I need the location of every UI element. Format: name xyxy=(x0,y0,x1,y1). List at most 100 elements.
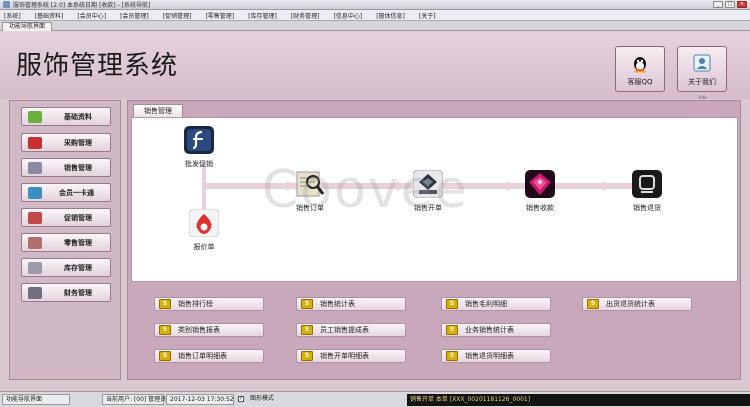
report-icon: S xyxy=(301,351,313,361)
flow-label-wholesale-promo: 批发促销 xyxy=(185,160,213,168)
report-label: 销售退货明细表 xyxy=(465,352,514,360)
flow-node-wholesale-promo[interactable]: 批发促销 xyxy=(184,126,214,169)
report-sales-bill-detail-button[interactable]: S 销售开单明细表 xyxy=(296,349,406,363)
sales-payment-icon xyxy=(525,170,555,198)
nav-inventory-button[interactable]: 库存管理 xyxy=(21,258,111,277)
nav-retail-label: 零售管理 xyxy=(64,238,92,247)
tab-function-navigation[interactable]: 功能导航界面 xyxy=(2,22,53,31)
report-icon: S xyxy=(446,325,458,335)
minimize-button[interactable]: _ xyxy=(713,1,723,8)
maximize-button[interactable]: □ xyxy=(725,1,735,8)
report-icon: S xyxy=(301,325,313,335)
nav-finance-button[interactable]: 财务管理 xyxy=(21,283,111,302)
about-us-label: 关于我们 xyxy=(688,78,716,86)
graphic-mode-checkbox[interactable]: ✓ xyxy=(238,396,244,402)
report-shipment-return-stats-button[interactable]: S 出货退货统计表 xyxy=(582,297,692,311)
report-category-sales-button[interactable]: S 类别销售报表 xyxy=(154,323,264,337)
menu-item-member-management[interactable]: [会员管理] xyxy=(120,11,149,20)
report-gross-profit-detail-button[interactable]: S 销售毛利明细 xyxy=(441,297,551,311)
nav-promotion-button[interactable]: 促销管理 xyxy=(21,208,111,227)
app-icon xyxy=(3,1,10,8)
menu-item-retail[interactable]: [零售管理] xyxy=(205,11,234,20)
nav-basic-data-button[interactable]: 基础资料 xyxy=(21,107,111,126)
menu-item-finance[interactable]: [财务管理] xyxy=(291,11,320,20)
report-label: 业务销售统计表 xyxy=(465,326,514,334)
menu-item-promotion[interactable]: [促销管理] xyxy=(163,11,192,20)
report-sales-statistics-button[interactable]: S 销售统计表 xyxy=(296,297,406,311)
report-icon: S xyxy=(301,299,313,309)
nav-sales-label: 销售管理 xyxy=(64,163,92,172)
close-button[interactable]: × xyxy=(737,1,747,8)
menu-item-member-center[interactable]: [会员中心] xyxy=(77,11,106,20)
watermark-text: Coovee xyxy=(262,160,469,220)
menu-bar: [系统] [基础资料] [会员中心] [会员管理] [促销管理] [零售管理] … xyxy=(0,10,750,21)
nav-finance-label: 财务管理 xyxy=(64,288,92,297)
report-staff-commission-button[interactable]: S 员工销售提成表 xyxy=(296,323,406,337)
report-label: 销售统计表 xyxy=(320,300,355,308)
about-us-button[interactable]: 关于我们 xyxy=(677,46,727,92)
qq-penguin-icon xyxy=(634,57,646,73)
report-icon: S xyxy=(446,299,458,309)
flow-node-sales-return[interactable]: 销售退货 xyxy=(632,170,662,213)
retail-icon xyxy=(28,236,42,249)
menu-item-window-info[interactable]: [窗体信息] xyxy=(376,11,405,20)
quote-icon xyxy=(189,209,219,237)
report-sales-ranking-button[interactable]: S 销售排行榜 xyxy=(154,297,264,311)
report-label: 销售排行榜 xyxy=(178,300,213,308)
flow-node-quote[interactable]: 报价单 xyxy=(189,209,219,252)
menu-item-inventory[interactable]: [库存管理] xyxy=(248,11,277,20)
window-title: 服饰管理系统 [2.0] 本系统日期 [收款] - [系统导航] xyxy=(13,2,151,9)
menu-item-basic-data[interactable]: [基础资料] xyxy=(35,11,64,20)
wholesale-promo-icon xyxy=(184,126,214,154)
flow-label-sales-return: 销售退货 xyxy=(633,204,661,212)
report-icon: S xyxy=(587,299,599,309)
status-current-user: 当前用户: [00] 管理员 xyxy=(102,394,166,405)
nav-inventory-label: 库存管理 xyxy=(64,263,92,272)
flow-arrow-to-payment xyxy=(507,181,515,191)
menu-item-system[interactable]: [系统] xyxy=(4,11,21,20)
nav-sales-button[interactable]: 销售管理 xyxy=(21,158,111,177)
menu-item-about[interactable]: [关于] xyxy=(419,11,436,20)
warehouse-icon xyxy=(28,261,42,274)
report-label: 销售订单明细表 xyxy=(178,352,227,360)
nav-member-card-button[interactable]: 会员一卡通 xyxy=(21,183,111,202)
flow-label-sales-payment: 销售收款 xyxy=(526,204,554,212)
flow-label-quote: 报价单 xyxy=(193,243,215,251)
nav-purchase-label: 采购管理 xyxy=(64,138,92,147)
nav-member-card-label: 会员一卡通 xyxy=(59,188,94,197)
window-titlebar: 服饰管理系统 [2.0] 本系统日期 [收款] - [系统导航] _ □ × xyxy=(0,0,750,10)
finance-icon xyxy=(28,286,42,299)
status-nav-label: 功能导航界面 xyxy=(2,394,70,405)
report-sales-order-detail-button[interactable]: S 销售订单明细表 xyxy=(154,349,264,363)
window-controls: _ □ × xyxy=(713,1,747,8)
status-ticker: 销售开单 本单 [XXX_00201181126_0001] xyxy=(407,394,750,406)
tab-sales-management[interactable]: 销售管理 xyxy=(133,104,183,117)
member-card-icon xyxy=(28,186,42,199)
report-label: 员工销售提成表 xyxy=(320,326,369,334)
about-contact-icon xyxy=(693,54,711,72)
report-icon: S xyxy=(159,299,171,309)
report-icon: S xyxy=(446,351,458,361)
nav-retail-button[interactable]: 零售管理 xyxy=(21,233,111,252)
page-title: 服饰管理系统 xyxy=(16,51,179,81)
report-sales-return-detail-button[interactable]: S 销售退货明细表 xyxy=(441,349,551,363)
nav-purchase-button[interactable]: 采购管理 xyxy=(21,133,111,152)
promotion-icon xyxy=(28,211,42,224)
report-business-sales-stats-button[interactable]: S 业务销售统计表 xyxy=(441,323,551,337)
sales-return-icon xyxy=(632,170,662,198)
report-label: 出货退货统计表 xyxy=(606,300,655,308)
nav-promotion-label: 促销管理 xyxy=(64,213,92,222)
report-icon: S xyxy=(159,351,171,361)
report-label: 类别销售报表 xyxy=(178,326,220,334)
nav-basic-data-label: 基础资料 xyxy=(64,112,92,121)
flow-arrow-from-return xyxy=(597,181,605,191)
module-navigation-panel: 基础资料 采购管理 销售管理 会员一卡通 促销管理 零售管理 库存管理 财务管理 xyxy=(9,100,121,380)
pen-icon xyxy=(28,161,42,174)
menu-item-info-center[interactable]: [信息中心] xyxy=(334,11,363,20)
app-header: 服饰管理系统 客服QQ 关于我们 Info xyxy=(0,31,750,100)
sales-management-panel: 销售管理 批发促销 报价单 销售订单 销售开单 销售收款 销售退货 S 销售排行… xyxy=(127,100,741,380)
flow-node-sales-payment[interactable]: 销售收款 xyxy=(525,170,555,213)
report-label: 销售毛利明细 xyxy=(465,300,507,308)
customer-service-qq-button[interactable]: 客服QQ xyxy=(615,46,665,92)
status-datetime: 2017-12-03 17:30:52 xyxy=(166,394,234,405)
